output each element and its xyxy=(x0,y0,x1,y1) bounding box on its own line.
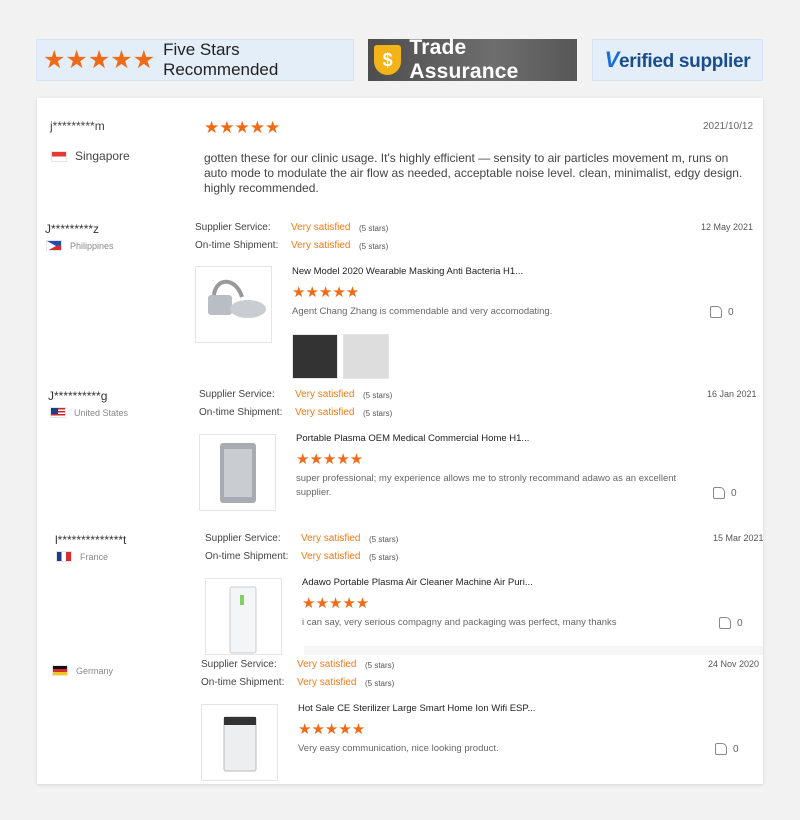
review-comment: Agent Chang Zhang is commendable and ver… xyxy=(292,306,553,317)
ontime-shipment-label: On-time Shipment: xyxy=(199,407,283,418)
air-cleaner-icon xyxy=(229,586,257,654)
divider xyxy=(304,646,763,655)
air-purifier-icon xyxy=(220,443,256,503)
featured-rating-stars: ★★★★★ xyxy=(204,118,281,137)
ontime-shipment-value: Very satisfied xyxy=(301,551,361,562)
ontime-shipment-value: Very satisfied xyxy=(295,407,355,418)
sterilizer-icon xyxy=(223,716,257,772)
like-count: 0 xyxy=(737,617,743,629)
supplier-service-label: Supplier Service: xyxy=(205,533,281,544)
review-photo-2[interactable] xyxy=(343,334,389,379)
supplier-service-value: Very satisfied xyxy=(295,389,355,400)
featured-date: 2021/10/12 xyxy=(703,121,754,132)
like-count: 0 xyxy=(733,743,739,755)
supplier-service-stars: (5 stars) xyxy=(365,661,395,670)
supplier-service-label: Supplier Service: xyxy=(199,389,275,400)
ontime-shipment-label: On-time Shipment: xyxy=(205,551,289,562)
product-image[interactable] xyxy=(195,266,272,343)
product-image[interactable] xyxy=(199,434,276,511)
review-date: 24 Nov 2020 xyxy=(708,659,760,669)
review-user: J*********z xyxy=(45,222,100,236)
product-rating-stars: ★★★★★ xyxy=(298,721,366,738)
ontime-shipment-value: Very satisfied xyxy=(291,240,351,251)
ontime-shipment-value: Very satisfied xyxy=(297,677,357,688)
reviews-panel: j*********m Singapore ★★★★★ 2021/10/12 g… xyxy=(37,98,763,784)
mask-product-icon xyxy=(208,279,266,318)
product-title[interactable]: Adawo Portable Plasma Air Cleaner Machin… xyxy=(302,577,533,588)
star-icons: ★★★★★ xyxy=(43,45,156,74)
trade-assurance-label: Trade Assurance xyxy=(409,36,519,83)
shield-dollar-icon: $ xyxy=(374,45,402,75)
supplier-service-value: Very satisfied xyxy=(297,659,357,670)
verified-supplier-badge: Verified supplier xyxy=(592,39,763,81)
philippines-flag-icon xyxy=(46,240,62,251)
five-stars-label: Five Stars Recommended xyxy=(163,40,279,79)
review-country-label: Philippines xyxy=(70,240,114,251)
review-comment: Very easy communication, nice looking pr… xyxy=(298,743,499,754)
like-button[interactable]: 0 xyxy=(715,743,739,755)
product-rating-stars: ★★★★★ xyxy=(292,284,360,301)
review-photo-1[interactable] xyxy=(292,334,338,379)
review-country-label: France xyxy=(80,551,109,562)
like-count: 0 xyxy=(731,487,737,499)
singapore-flag-icon xyxy=(51,150,67,162)
ontime-shipment-stars: (5 stars) xyxy=(363,409,393,418)
featured-country-label: Singapore xyxy=(75,149,130,163)
france-flag-icon xyxy=(56,551,72,562)
review-date: 12 May 2021 xyxy=(701,222,754,232)
us-flag-icon xyxy=(50,407,66,418)
review-country: Philippines xyxy=(46,240,114,251)
product-image[interactable] xyxy=(205,578,282,655)
product-title[interactable]: New Model 2020 Wearable Masking Anti Bac… xyxy=(292,266,523,277)
product-title[interactable]: Hot Sale CE Sterilizer Large Smart Home … xyxy=(298,703,535,714)
featured-comment: gotten these for our clinic usage. It's … xyxy=(204,151,743,195)
review-country: France xyxy=(56,551,108,562)
like-button[interactable]: 0 xyxy=(713,487,737,499)
germany-flag-icon xyxy=(52,665,68,676)
product-rating-stars: ★★★★★ xyxy=(302,595,370,612)
trade-assurance-badge: $ Trade Assurance xyxy=(368,36,577,83)
ontime-shipment-stars: (5 stars) xyxy=(369,553,399,562)
featured-user: j*********m xyxy=(50,119,105,133)
supplier-service-label: Supplier Service: xyxy=(195,222,271,233)
review-country: Germany xyxy=(52,665,113,676)
verified-supplier-label: erified supplier xyxy=(618,51,751,72)
review-comment: super professional; my experience allows… xyxy=(296,473,677,498)
product-rating-stars: ★★★★★ xyxy=(296,451,364,468)
ontime-shipment-label: On-time Shipment: xyxy=(201,677,285,688)
review-user: J**********g xyxy=(48,389,108,403)
product-title[interactable]: Portable Plasma OEM Medical Commercial H… xyxy=(296,433,529,444)
ontime-shipment-label: On-time Shipment: xyxy=(195,240,279,251)
thumbs-up-icon xyxy=(715,743,727,755)
supplier-service-stars: (5 stars) xyxy=(363,391,393,400)
review-comment: i can say, very serious compagny and pac… xyxy=(302,617,617,628)
review-country: United States xyxy=(50,407,128,418)
featured-country: Singapore xyxy=(51,149,130,163)
thumbs-up-icon xyxy=(710,306,722,318)
ontime-shipment-stars: (5 stars) xyxy=(359,242,389,251)
supplier-service-value: Very satisfied xyxy=(301,533,361,544)
review-country-label: Germany xyxy=(76,665,114,676)
like-button[interactable]: 0 xyxy=(710,306,734,318)
like-button[interactable]: 0 xyxy=(719,617,743,629)
supplier-service-stars: (5 stars) xyxy=(369,535,399,544)
ontime-shipment-stars: (5 stars) xyxy=(365,679,395,688)
verified-check-v: V xyxy=(604,47,620,72)
supplier-service-stars: (5 stars) xyxy=(359,224,389,233)
thumbs-up-icon xyxy=(719,617,731,629)
five-stars-badge: ★★★★★ Five Stars Recommended xyxy=(36,39,354,81)
review-user: l**************t xyxy=(55,533,127,547)
supplier-service-label: Supplier Service: xyxy=(201,659,277,670)
review-date: 16 Jan 2021 xyxy=(707,389,757,399)
thumbs-up-icon xyxy=(713,487,725,499)
review-date: 15 Mar 2021 xyxy=(713,533,763,543)
like-count: 0 xyxy=(728,306,734,318)
supplier-service-value: Very satisfied xyxy=(291,222,351,233)
product-image[interactable] xyxy=(201,704,278,781)
review-country-label: United States xyxy=(74,407,129,418)
